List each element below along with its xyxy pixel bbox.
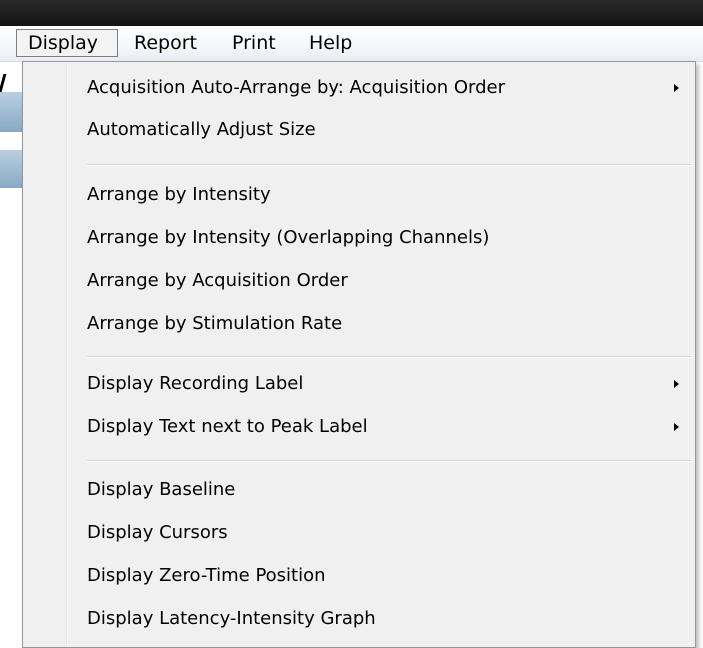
menu-separator (87, 164, 691, 166)
menu-bar: Display Report Print Help (0, 26, 703, 62)
menu-item-acquisition-auto-arrange[interactable]: Acquisition Auto-Arrange by: Acquisition… (25, 72, 693, 104)
menu-item-arrange-by-stimulation-rate[interactable]: Arrange by Stimulation Rate (25, 308, 693, 340)
menu-separator (87, 460, 691, 462)
menu-item-label: Arrange by Stimulation Rate (87, 313, 343, 334)
menu-item-label: Arrange by Intensity (87, 184, 271, 205)
chevron-right-icon (674, 380, 679, 388)
menu-item-display-latency-intensity-graph[interactable]: Display Latency-Intensity Graph (25, 603, 693, 635)
background-toolbar-strip (0, 150, 22, 188)
menu-item-arrange-by-acquisition-order[interactable]: Arrange by Acquisition Order (25, 265, 693, 297)
menu-item-label: Arrange by Acquisition Order (87, 270, 348, 291)
menu-separator (87, 356, 691, 358)
menu-report[interactable]: Report (130, 29, 201, 57)
menu-item-display-zero-time-position[interactable]: Display Zero-Time Position (25, 560, 693, 592)
menu-item-label: Arrange by Intensity (Overlapping Channe… (87, 227, 490, 248)
menu-item-label: Acquisition Auto-Arrange by: Acquisition… (87, 77, 506, 98)
title-bar (0, 0, 703, 28)
menu-item-display-cursors[interactable]: Display Cursors (25, 517, 693, 549)
background-toolbar-strip (0, 92, 22, 132)
display-dropdown-menu: Acquisition Auto-Arrange by: Acquisition… (22, 61, 696, 648)
menu-item-display-text-next-to-peak-label[interactable]: Display Text next to Peak Label (25, 411, 693, 443)
menu-item-label: Display Text next to Peak Label (87, 416, 368, 437)
app-window: Display Report Print Help Acquisition Au… (0, 0, 703, 648)
menu-item-label: Display Baseline (87, 479, 236, 500)
menu-item-label: Automatically Adjust Size (87, 119, 316, 140)
chevron-right-icon (674, 423, 679, 431)
menu-item-arrange-by-intensity[interactable]: Arrange by Intensity (25, 179, 693, 211)
menu-item-label: Display Recording Label (87, 373, 304, 394)
menu-item-automatically-adjust-size[interactable]: Automatically Adjust Size (25, 114, 693, 146)
menu-item-display-recording-label[interactable]: Display Recording Label (25, 368, 693, 400)
menu-help[interactable]: Help (305, 29, 356, 57)
chevron-right-icon (674, 84, 679, 92)
menu-item-label: Display Latency-Intensity Graph (87, 608, 376, 629)
menu-print[interactable]: Print (228, 29, 280, 57)
menu-item-label: Display Zero-Time Position (87, 565, 326, 586)
menu-display[interactable]: Display (16, 29, 118, 57)
menu-item-arrange-by-intensity-overlapping[interactable]: Arrange by Intensity (Overlapping Channe… (25, 222, 693, 254)
menu-icon-gutter (66, 64, 68, 645)
menu-item-label: Display Cursors (87, 522, 228, 543)
menu-item-display-baseline[interactable]: Display Baseline (25, 474, 693, 506)
